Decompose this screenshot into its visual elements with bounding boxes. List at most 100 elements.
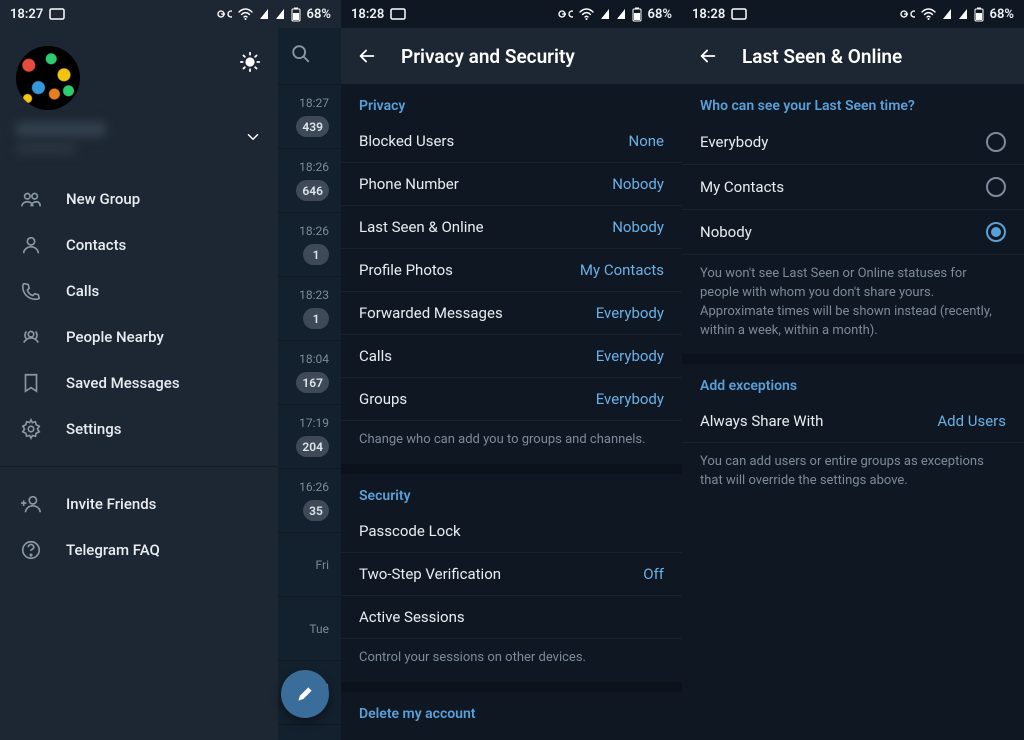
chat-row[interactable]: 18:231 xyxy=(278,276,341,340)
chat-day: Tue xyxy=(309,622,329,636)
row-label: Two-Step Verification xyxy=(359,565,501,583)
battery-icon xyxy=(632,7,642,22)
setting-row-calls[interactable]: Calls Everybody xyxy=(341,335,682,378)
drawer-item-settings[interactable]: Settings xyxy=(0,406,278,452)
saved-icon xyxy=(20,372,42,394)
back-button[interactable] xyxy=(355,44,379,68)
row-value: Nobody xyxy=(612,218,664,236)
section-header-delete: Delete my account xyxy=(341,692,682,728)
setting-row-active-sessions[interactable]: Active Sessions xyxy=(341,596,682,639)
drawer-item-calls[interactable]: Calls xyxy=(0,268,278,314)
chat-time: 18:26 xyxy=(299,224,329,238)
row-value: Add Users xyxy=(937,412,1006,430)
signal2-icon xyxy=(958,8,968,20)
row-label: Profile Photos xyxy=(359,261,453,279)
account-expand-icon[interactable] xyxy=(244,128,262,150)
row-value: Everybody xyxy=(596,304,664,322)
chat-row[interactable]: Tue xyxy=(278,596,341,660)
row-label: Groups xyxy=(359,390,407,408)
chat-row[interactable]: 18:26 1 xyxy=(278,212,341,276)
row-value: Everybody xyxy=(596,347,664,365)
section-header-security: Security xyxy=(341,474,682,510)
chat-row[interactable]: 18:26 646 xyxy=(278,148,341,212)
radio-label: My Contacts xyxy=(700,178,784,196)
radio-label: Nobody xyxy=(700,223,752,241)
unread-badge: 204 xyxy=(296,436,329,457)
avatar[interactable] xyxy=(16,46,80,110)
faq-icon xyxy=(20,539,42,561)
setting-row-phone-number[interactable]: Phone NumberNobody xyxy=(341,163,682,206)
row-label: Always Share With xyxy=(700,412,823,430)
row-label: Last Seen & Online xyxy=(359,218,484,236)
drawer-item-label: Calls xyxy=(66,282,99,300)
chat-row[interactable]: 18:27 439 xyxy=(278,84,341,148)
security-hint: Control your sessions on other devices. xyxy=(341,639,682,682)
chat-row[interactable]: 16:2635 xyxy=(278,468,341,532)
drawer-item-label: New Group xyxy=(66,190,140,208)
drawer-item-label: Telegram FAQ xyxy=(66,541,160,559)
setting-row-two-step-verification[interactable]: Two-Step VerificationOff xyxy=(341,553,682,596)
drawer-item-new-group[interactable]: New Group xyxy=(0,176,278,222)
drawer-item-contacts[interactable]: Contacts xyxy=(0,222,278,268)
row-label: Calls xyxy=(359,347,392,365)
exceptions-hint: You can add users or entire groups as ex… xyxy=(682,443,1024,505)
row-label: Phone Number xyxy=(359,175,459,193)
group-icon xyxy=(20,188,42,210)
radio-option-my-contacts[interactable]: My Contacts xyxy=(682,165,1024,210)
setting-row-blocked-users[interactable]: Blocked UsersNone xyxy=(341,120,682,163)
chat-row[interactable]: 17:19204 xyxy=(278,404,341,468)
row-label: Blocked Users xyxy=(359,132,454,150)
cast-icon xyxy=(731,8,747,20)
row-label: Passcode Lock xyxy=(359,522,461,540)
delete-if-away-row[interactable]: If away for 6 months xyxy=(341,728,682,740)
radio-option-everybody[interactable]: Everybody xyxy=(682,120,1024,165)
unread-badge: 167 xyxy=(296,372,329,393)
compose-fab[interactable] xyxy=(281,670,329,718)
row-label: Forwarded Messages xyxy=(359,304,503,322)
drawer-item-people-nearby[interactable]: People Nearby xyxy=(0,314,278,360)
contact-icon xyxy=(20,234,42,256)
chat-day: Fri xyxy=(316,558,329,572)
unread-badge: 1 xyxy=(303,244,329,265)
setting-row-forwarded-messages[interactable]: Forwarded Messages Everybody xyxy=(341,292,682,335)
wifi-icon xyxy=(921,8,936,20)
setting-row-profile-photos[interactable]: Profile PhotosMy Contacts xyxy=(341,249,682,292)
drawer-item-label: Saved Messages xyxy=(66,374,180,392)
drawer-item-saved-messages[interactable]: Saved Messages xyxy=(0,360,278,406)
section-header-privacy: Privacy xyxy=(341,84,682,120)
chat-time: 18:26 xyxy=(299,160,329,174)
radio-option-nobody[interactable]: Nobody xyxy=(682,210,1024,255)
unread-badge: 439 xyxy=(296,116,329,137)
battery-percent: 68% xyxy=(648,7,672,22)
signal2-icon xyxy=(275,8,285,20)
signal-icon xyxy=(259,8,269,20)
clock: 18:28 xyxy=(692,7,725,22)
row-label: Active Sessions xyxy=(359,608,465,626)
unread-badge: 646 xyxy=(296,180,329,201)
drawer-item-invite-friends[interactable]: Invite Friends xyxy=(0,481,278,527)
setting-row-passcode-lock[interactable]: Passcode Lock xyxy=(341,510,682,553)
setting-row-groups[interactable]: GroupsEverybody xyxy=(341,378,682,421)
drawer-item-label: People Nearby xyxy=(66,328,164,346)
setting-row-last-seen-online[interactable]: Last Seen & Online Nobody xyxy=(341,206,682,249)
back-button[interactable] xyxy=(696,44,720,68)
radio-label: Everybody xyxy=(700,133,768,151)
nearby-icon xyxy=(20,326,42,348)
chat-row[interactable]: ✓✓ Jan 04 xyxy=(278,724,341,740)
search-icon[interactable] xyxy=(290,43,312,69)
theme-toggle-icon[interactable] xyxy=(238,50,262,74)
chat-row[interactable]: 18:04167 xyxy=(278,340,341,404)
battery-percent: 68% xyxy=(990,7,1014,22)
drawer-item-telegram-faq[interactable]: Telegram FAQ xyxy=(0,527,278,573)
drawer-item-label: Settings xyxy=(66,420,122,438)
always-share-row[interactable]: Always Share With Add Users xyxy=(682,400,1024,443)
section-header-exceptions: Add exceptions xyxy=(682,364,1024,400)
vpn-icon xyxy=(214,9,232,19)
chat-time: 18:27 xyxy=(299,96,329,110)
navigation-drawer: New Group Contacts Calls People Nearby Saved… xyxy=(0,28,278,740)
chat-row[interactable]: Fri xyxy=(278,532,341,596)
signal-icon xyxy=(942,8,952,20)
vpn-icon xyxy=(897,9,915,19)
vpn-icon xyxy=(555,9,573,19)
call-icon xyxy=(20,280,42,302)
